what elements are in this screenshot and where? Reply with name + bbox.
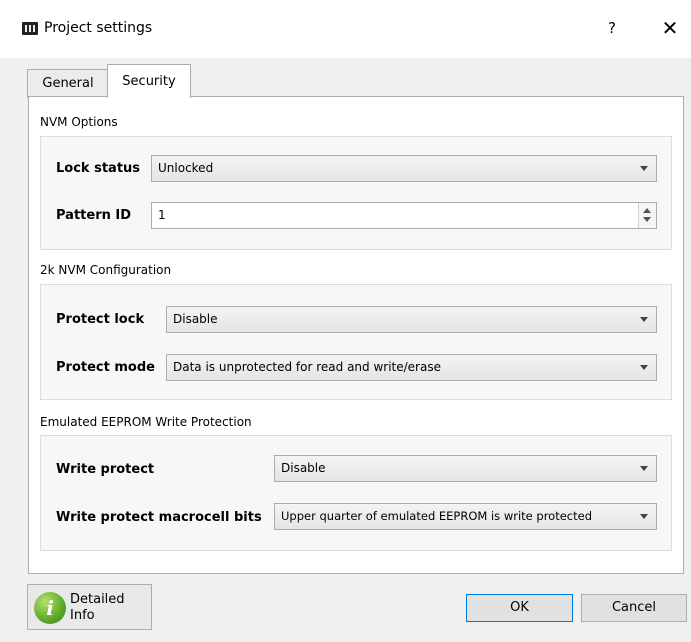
write-protect-label: Write protect (56, 462, 155, 477)
spin-down-icon[interactable] (643, 217, 651, 222)
write-protect-dropdown[interactable]: Disable (274, 455, 657, 482)
chevron-down-icon (640, 466, 648, 471)
macrocell-bits-label: Write protect macrocell bits (56, 510, 262, 525)
info-icon: i (34, 592, 66, 624)
tab-security[interactable]: Security (107, 64, 191, 98)
ok-button[interactable]: OK (466, 594, 573, 622)
spin-buttons[interactable] (638, 203, 656, 228)
nvm-2k-title: 2k NVM Configuration (40, 263, 172, 277)
nvm-options-group (40, 136, 672, 250)
write-protect-value: Disable (281, 461, 326, 475)
protect-mode-label: Protect mode (56, 360, 155, 375)
spin-up-icon[interactable] (643, 208, 651, 213)
chevron-down-icon (640, 365, 648, 370)
macrocell-bits-dropdown[interactable]: Upper quarter of emulated EEPROM is writ… (274, 503, 657, 530)
title-bar: Project settings ? ✕ (0, 0, 691, 58)
app-icon (22, 22, 38, 35)
cancel-button[interactable]: Cancel (581, 594, 687, 622)
window-title: Project settings (44, 20, 153, 36)
protect-mode-dropdown[interactable]: Data is unprotected for read and write/e… (166, 354, 657, 381)
detailed-info-line1: Detailed (70, 592, 125, 607)
chevron-down-icon (640, 317, 648, 322)
lock-status-label: Lock status (56, 161, 141, 176)
eeprom-group (40, 435, 672, 551)
protect-lock-label: Protect lock (56, 312, 145, 327)
pattern-id-label: Pattern ID (56, 208, 132, 223)
close-button[interactable]: ✕ (658, 16, 682, 40)
detailed-info-line2: Info (70, 608, 95, 623)
help-button[interactable]: ? (600, 16, 624, 40)
chevron-down-icon (640, 166, 648, 171)
lock-status-value: Unlocked (158, 161, 214, 175)
detailed-info-label: Detailed Info (70, 592, 150, 624)
nvm-2k-group (40, 284, 672, 400)
pattern-id-spinbox[interactable]: 1 (151, 202, 657, 229)
nvm-options-title: NVM Options (40, 115, 118, 129)
eeprom-title: Emulated EEPROM Write Protection (40, 415, 252, 429)
protect-mode-value: Data is unprotected for read and write/e… (173, 360, 441, 374)
tab-general[interactable]: General (27, 69, 109, 98)
protect-lock-value: Disable (173, 312, 218, 326)
macrocell-bits-value: Upper quarter of emulated EEPROM is writ… (281, 509, 592, 523)
protect-lock-dropdown[interactable]: Disable (166, 306, 657, 333)
pattern-id-value: 1 (158, 208, 166, 222)
lock-status-dropdown[interactable]: Unlocked (151, 155, 657, 182)
chevron-down-icon (640, 514, 648, 519)
detailed-info-button[interactable]: i Detailed Info (27, 584, 152, 630)
